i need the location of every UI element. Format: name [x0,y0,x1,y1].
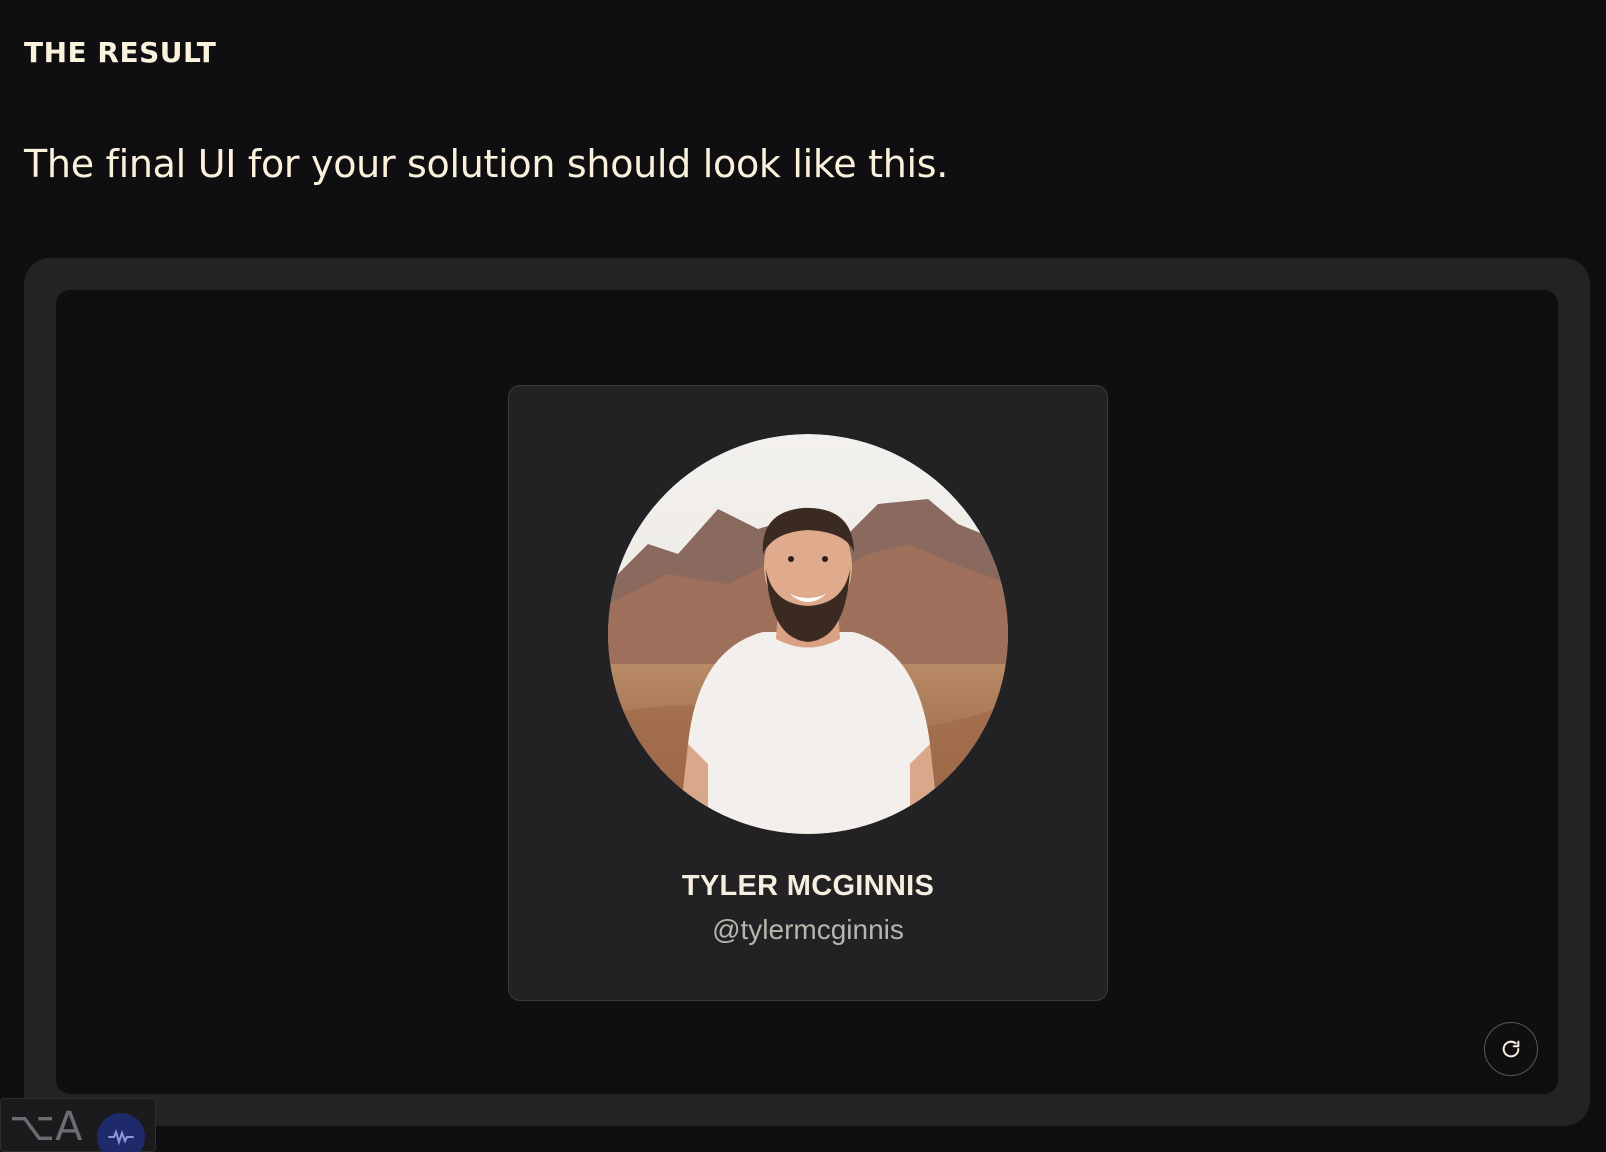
page: THE RESULT The final UI for your solutio… [0,0,1606,1152]
refresh-icon [1502,1040,1520,1058]
floating-toolbar[interactable]: ⌥A [0,1098,156,1152]
shortcut-glyph: ⌥A [9,1104,83,1150]
preview-frame: TYLER MCGINNIS @tylermcginnis [24,258,1590,1126]
profile-card: TYLER MCGINNIS @tylermcginnis [508,385,1108,1001]
recorder-badge[interactable] [97,1113,145,1152]
preview-stage: TYLER MCGINNIS @tylermcginnis [56,290,1558,1094]
profile-handle: @tylermcginnis [712,914,904,945]
profile-avatar [608,434,1008,834]
section-lead-text: The final UI for your solution should lo… [24,142,949,186]
profile-name: TYLER MCGINNIS [681,870,935,902]
refresh-button[interactable] [1484,1022,1538,1076]
waveform-icon [108,1129,134,1145]
section-heading: THE RESULT [24,36,217,69]
